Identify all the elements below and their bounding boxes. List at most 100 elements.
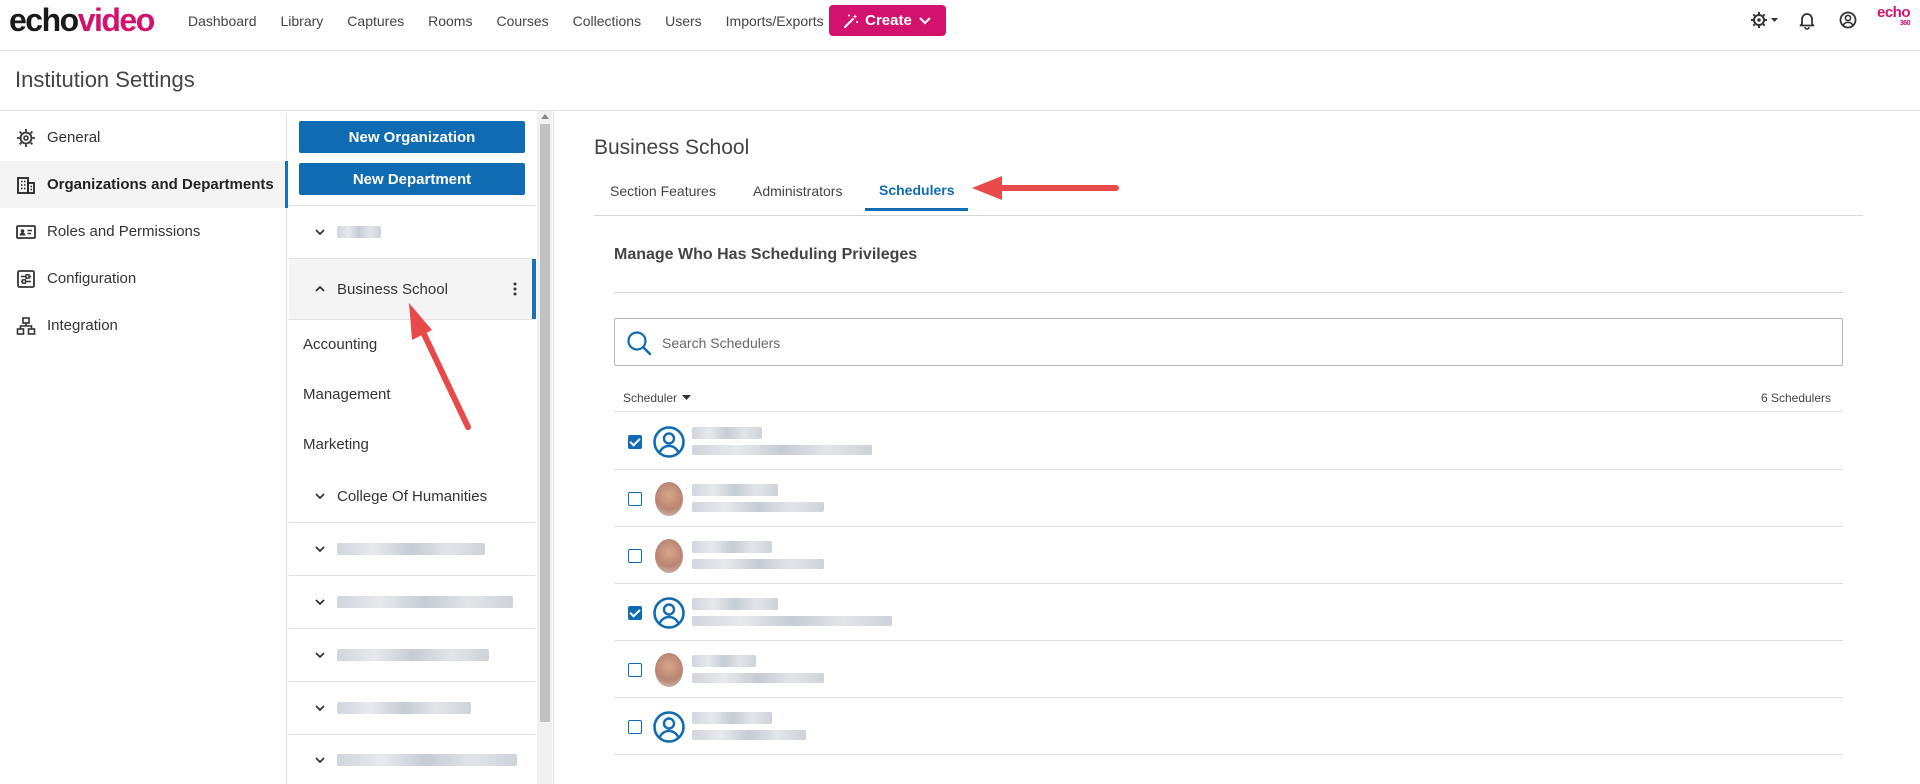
- chevron-down-icon: [315, 493, 325, 500]
- default-user-avatar-icon: [653, 597, 685, 629]
- redacted-user-email: [692, 445, 872, 455]
- nav-library[interactable]: Library: [281, 13, 324, 29]
- user-photo-avatar: [655, 653, 683, 687]
- tab-section-features[interactable]: Section Features: [610, 172, 716, 210]
- organization-tree: New Organization New Department Business…: [289, 111, 536, 784]
- tree-org-label: College Of Humanities: [337, 487, 488, 505]
- new-department-button[interactable]: New Department: [299, 163, 525, 195]
- tab-schedulers[interactable]: Schedulers: [865, 172, 969, 211]
- tree-scrollbar[interactable]: [537, 111, 552, 784]
- scheduler-count: 6 Schedulers: [1760, 391, 1831, 405]
- tab-bar: Section Features Administrators Schedule…: [594, 172, 1863, 216]
- chevron-down-icon: [315, 546, 325, 553]
- sort-scheduler-button[interactable]: Scheduler: [623, 391, 692, 405]
- divider: [614, 292, 1843, 293]
- tree-dept-item[interactable]: Management: [303, 386, 391, 403]
- scheduler-row: [614, 470, 1843, 527]
- scroll-thumb[interactable]: [540, 124, 550, 722]
- scheduler-row: [614, 641, 1843, 698]
- gear-icon: [17, 128, 35, 147]
- nav-dashboard[interactable]: Dashboard: [188, 13, 257, 29]
- scheduler-checkbox[interactable]: [628, 606, 642, 620]
- settings-gear-icon[interactable]: [1750, 10, 1780, 30]
- nav-users[interactable]: Users: [665, 13, 702, 29]
- nav-collections[interactable]: Collections: [573, 13, 641, 29]
- nav-courses[interactable]: Courses: [496, 13, 548, 29]
- main-nav: Dashboard Library Captures Rooms Courses…: [188, 0, 848, 41]
- tree-dept-item[interactable]: Accounting: [303, 336, 377, 353]
- divider: [0, 110, 1920, 111]
- echo360-mini-logo[interactable]: echo 360: [1877, 4, 1911, 28]
- id-card-icon: [16, 224, 36, 239]
- tree-org-row[interactable]: [289, 682, 535, 735]
- user-photo-avatar: [655, 482, 683, 516]
- settings-item-label: Integration: [47, 317, 118, 334]
- nav-rooms[interactable]: Rooms: [428, 13, 472, 29]
- brand-mini-top: echo: [1877, 4, 1911, 21]
- tree-dept-item[interactable]: Marketing: [303, 436, 369, 453]
- page-title: Institution Settings: [15, 67, 195, 92]
- scheduler-checkbox[interactable]: [628, 549, 642, 563]
- redacted-user-email: [692, 559, 824, 569]
- settings-item-integration[interactable]: Integration: [0, 302, 287, 349]
- chevron-down-icon: [315, 652, 325, 659]
- brand-mini-bottom: 360: [1899, 20, 1911, 27]
- tree-org-row[interactable]: [289, 576, 535, 629]
- building-icon: [17, 176, 35, 194]
- tab-administrators[interactable]: Administrators: [753, 172, 842, 210]
- tree-org-row[interactable]: [289, 523, 535, 576]
- top-nav: echovideo Dashboard Library Captures Roo…: [0, 0, 1920, 51]
- default-user-avatar-icon: [653, 426, 685, 458]
- scheduler-checkbox[interactable]: [628, 492, 642, 506]
- chevron-up-icon: [315, 285, 325, 292]
- create-label: Create: [865, 12, 912, 29]
- redacted-user-email: [692, 730, 806, 740]
- settings-item-general[interactable]: General: [0, 114, 287, 161]
- scheduler-checkbox[interactable]: [628, 720, 642, 734]
- search-schedulers-input[interactable]: [662, 331, 1762, 355]
- settings-item-label: General: [47, 129, 101, 146]
- chevron-down-icon: [315, 229, 325, 236]
- tree-org-row[interactable]: [289, 629, 535, 682]
- more-options-icon[interactable]: [513, 281, 517, 297]
- divider: [553, 111, 554, 784]
- settings-item-roles[interactable]: Roles and Permissions: [0, 208, 287, 255]
- create-button[interactable]: Create: [829, 5, 946, 36]
- default-user-avatar-icon: [653, 711, 685, 743]
- tree-org-row[interactable]: [289, 206, 535, 259]
- tree-org-row[interactable]: College Of Humanities: [289, 470, 535, 523]
- scheduler-checkbox[interactable]: [628, 435, 642, 449]
- new-organization-button[interactable]: New Organization: [299, 121, 525, 153]
- scheduler-row: [614, 584, 1843, 641]
- settings-item-label: Configuration: [47, 270, 137, 287]
- sliders-icon: [17, 269, 35, 288]
- nav-imports-exports[interactable]: Imports/Exports: [726, 13, 824, 29]
- organization-title: Business School: [594, 136, 750, 159]
- account-icon[interactable]: [1838, 10, 1858, 30]
- redacted-org-name: [337, 596, 513, 608]
- section-heading: Manage Who Has Scheduling Privileges: [614, 246, 918, 263]
- bell-icon[interactable]: [1797, 10, 1817, 30]
- sort-label: Scheduler: [623, 391, 678, 405]
- settings-item-organizations[interactable]: Organizations and Departments: [0, 161, 288, 208]
- tree-org-row[interactable]: [289, 735, 535, 784]
- redacted-user-email: [692, 502, 824, 512]
- scroll-up-arrow-icon[interactable]: [541, 114, 549, 119]
- redacted-user-name: [692, 484, 778, 496]
- search-schedulers-box[interactable]: [614, 318, 1843, 366]
- network-icon: [16, 316, 36, 335]
- settings-item-configuration[interactable]: Configuration: [0, 255, 287, 302]
- chevron-down-icon: [315, 756, 325, 763]
- redacted-org-name: [337, 226, 381, 238]
- scheduler-checkbox[interactable]: [628, 663, 642, 677]
- user-photo-avatar: [655, 539, 683, 573]
- redacted-user-name: [692, 655, 756, 667]
- chevron-down-icon: [315, 705, 325, 712]
- redacted-user-name: [692, 541, 772, 553]
- magic-wand-icon: [844, 13, 859, 28]
- echovideo-logo[interactable]: echovideo: [9, 2, 155, 38]
- nav-captures[interactable]: Captures: [347, 13, 404, 29]
- tree-org-row-selected[interactable]: Business School: [289, 259, 536, 320]
- scheduler-list-header: Scheduler 6 Schedulers: [614, 388, 1843, 412]
- redacted-user-name: [692, 598, 778, 610]
